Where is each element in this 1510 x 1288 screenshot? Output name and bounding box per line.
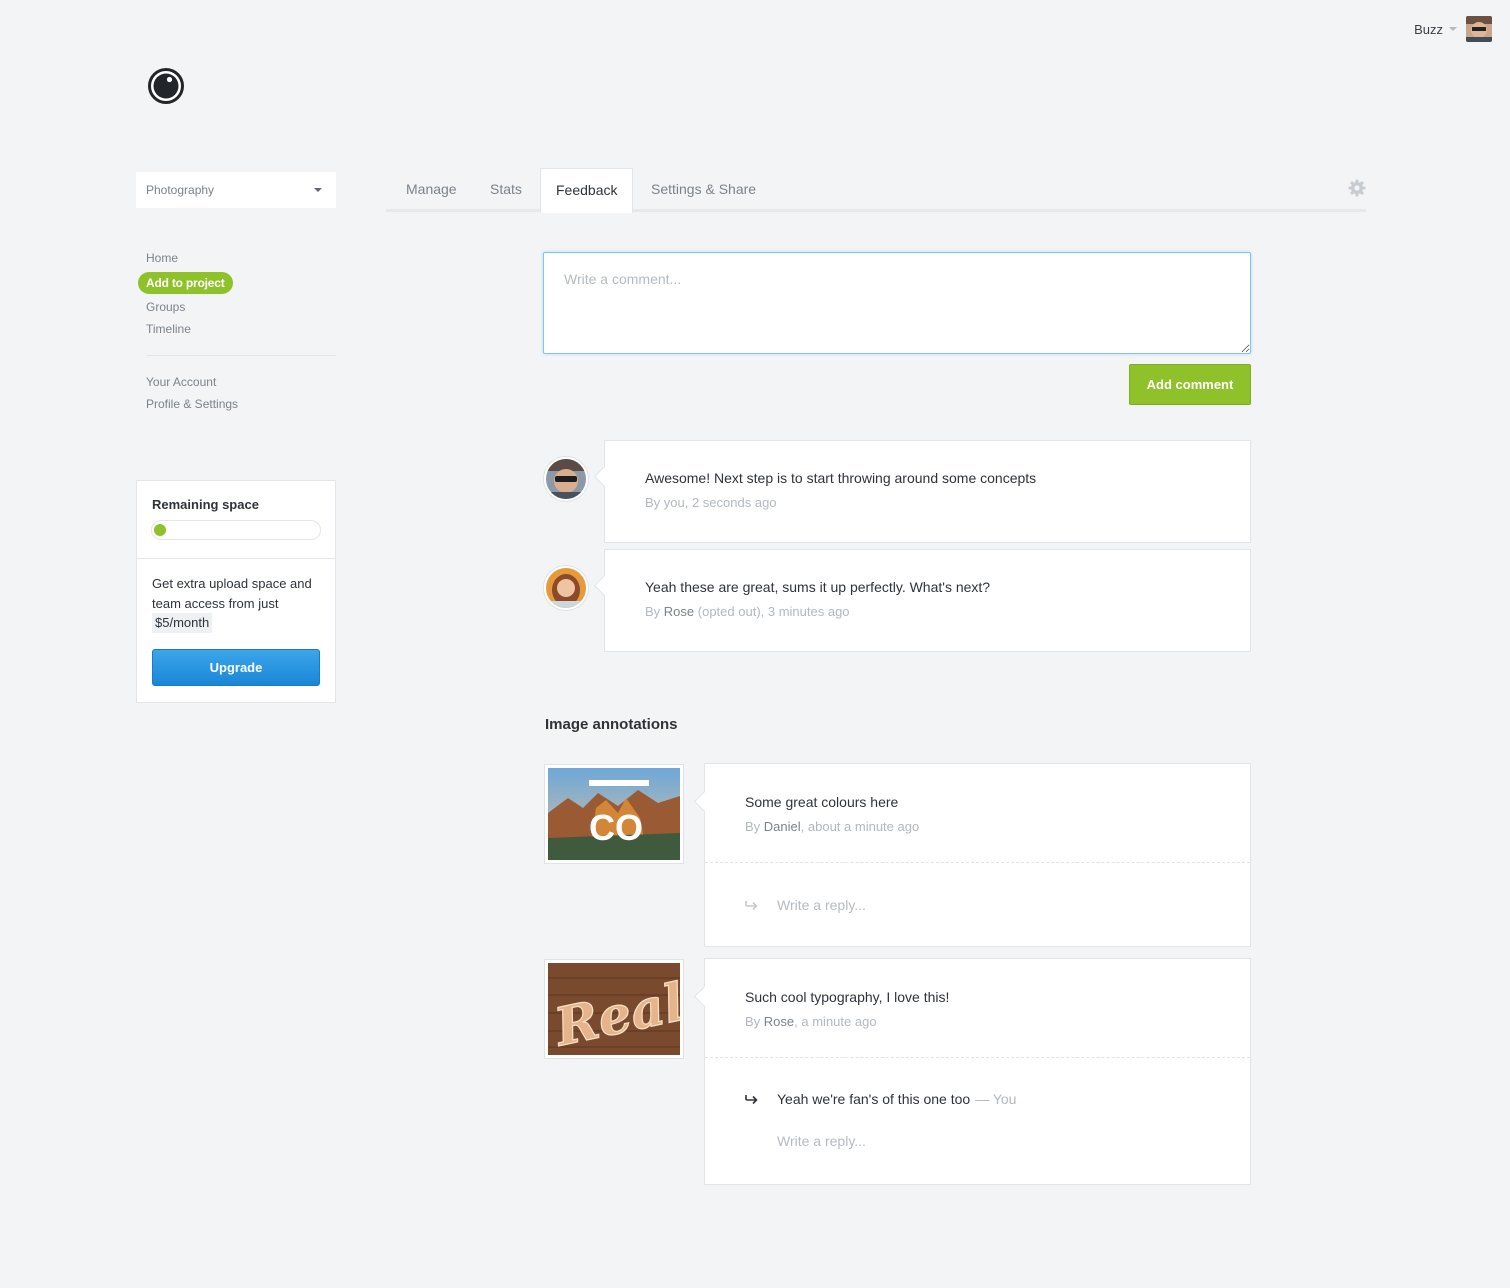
annotation-meta-by: By <box>745 1014 764 1029</box>
annotation-author-link[interactable]: Daniel <box>764 819 801 834</box>
upgrade-promo: Get extra upload space and team access f… <box>137 559 335 633</box>
sidebar-item-groups[interactable]: Groups <box>138 297 336 319</box>
annotation-card: Some great colours here By Daniel, about… <box>704 763 1251 947</box>
annotation-thumbnail[interactable]: CO <box>545 765 683 863</box>
storage-progress-fill <box>154 524 166 536</box>
project-select-value: Photography <box>146 183 215 197</box>
reply-input[interactable] <box>777 1133 1177 1149</box>
user-menu[interactable]: Buzz <box>1414 16 1492 42</box>
tab-manage[interactable]: Manage <box>406 168 457 212</box>
tab-stats[interactable]: Stats <box>490 168 522 212</box>
sidebar-item-your-account[interactable]: Your Account <box>138 372 336 394</box>
caret-down-icon <box>1449 27 1457 31</box>
remaining-space-card: Remaining space Get extra upload space a… <box>136 480 336 703</box>
sidebar-item-add-to-project[interactable]: Add to project <box>138 272 233 294</box>
reply-item: Yeah we're fan's of this one too — You <box>705 1082 1250 1116</box>
gear-icon[interactable] <box>1348 179 1366 197</box>
annotation-meta: By Rose, a minute ago <box>745 1014 1210 1029</box>
annotation-thumbnail[interactable]: Real <box>545 960 683 1058</box>
sidebar-item-timeline[interactable]: Timeline <box>138 319 336 341</box>
sidebar-nav: Home Add to project Groups Timeline Your… <box>138 248 336 416</box>
comment-author-link[interactable]: Rose <box>664 604 694 619</box>
comment-text: Yeah these are great, sums it up perfect… <box>645 579 991 595</box>
tab-settings-share[interactable]: Settings & Share <box>651 168 756 212</box>
reply-text: Yeah we're fan's of this one too <box>777 1091 971 1107</box>
tab-feedback[interactable]: Feedback <box>540 168 634 213</box>
comment-input[interactable] <box>543 252 1251 354</box>
annotation-text: Some great colours here <box>745 794 899 810</box>
comment-meta-text: By you, 2 seconds ago <box>645 495 777 510</box>
logo-icon[interactable] <box>148 68 184 104</box>
section-title: Image annotations <box>545 716 678 733</box>
project-select[interactable]: Photography <box>136 172 336 208</box>
annotation-author-link[interactable]: Rose <box>764 1014 794 1029</box>
reply-row <box>705 1124 1250 1158</box>
upgrade-promo-text: Get extra upload space and team access f… <box>152 576 312 611</box>
user-name: Buzz <box>1414 21 1443 37</box>
avatar <box>544 566 588 610</box>
sidebar-divider <box>146 355 336 356</box>
annotation-time: , about a minute ago <box>800 819 920 834</box>
comment-text: Awesome! Next step is to start throwing … <box>645 470 1037 486</box>
comment-card: Yeah these are great, sums it up perfect… <box>604 549 1251 652</box>
upgrade-button[interactable]: Upgrade <box>152 648 320 686</box>
avatar <box>1466 16 1492 42</box>
comment-meta: By you, 2 seconds ago <box>645 495 1210 510</box>
tab-bar: Manage Stats Feedback Settings & Share <box>386 168 1366 213</box>
comment-meta: By Rose (opted out), 3 minutes ago <box>645 604 1210 619</box>
reply-arrow-icon <box>745 901 758 911</box>
upgrade-price: $5/month <box>152 613 213 633</box>
annotation-meta-by: By <box>745 819 764 834</box>
thumbnail-text: CO <box>589 807 643 848</box>
remaining-space-title: Remaining space <box>152 497 259 512</box>
annotation-text: Such cool typography, I love this! <box>745 989 950 1005</box>
annotation-time: , a minute ago <box>794 1014 877 1029</box>
reply-row <box>705 863 1250 947</box>
comment-card: Awesome! Next step is to start throwing … <box>604 440 1251 543</box>
sidebar-item-profile-settings[interactable]: Profile & Settings <box>138 394 336 416</box>
reply-input[interactable] <box>777 897 1177 913</box>
sidebar-item-home[interactable]: Home <box>138 248 336 270</box>
reply-arrow-icon <box>745 1095 758 1105</box>
chevron-down-icon <box>314 188 322 192</box>
reply-divider <box>705 1057 1250 1058</box>
reply-author: — You <box>975 1091 1017 1107</box>
comment-meta-suffix: (opted out), 3 minutes ago <box>694 604 850 619</box>
annotation-meta: By Daniel, about a minute ago <box>745 819 1210 834</box>
avatar <box>544 457 588 501</box>
storage-progress-bar <box>151 520 321 540</box>
comment-meta-prefix: By <box>645 604 664 619</box>
annotation-card: Such cool typography, I love this! By Ro… <box>704 958 1251 1185</box>
add-comment-button[interactable]: Add comment <box>1129 364 1251 405</box>
